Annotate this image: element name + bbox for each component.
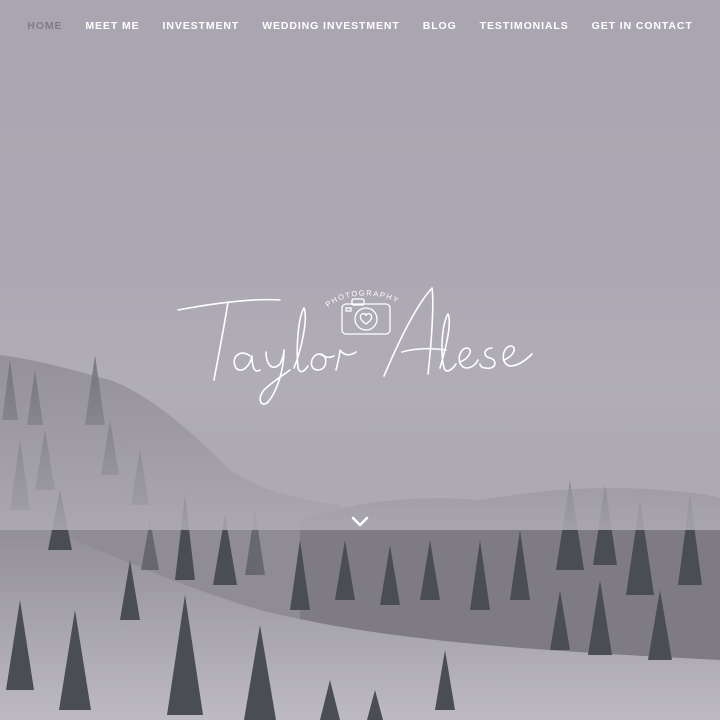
main-navigation: HOME MEET ME INVESTMENT WEDDING INVESTME… bbox=[0, 20, 720, 32]
hero-section: HOME MEET ME INVESTMENT WEDDING INVESTME… bbox=[0, 0, 720, 720]
nav-item-investment[interactable]: INVESTMENT bbox=[163, 20, 240, 32]
scroll-down-button[interactable] bbox=[348, 512, 372, 532]
nav-item-blog[interactable]: BLOG bbox=[423, 20, 457, 32]
nav-item-get-in-contact[interactable]: GET IN CONTACT bbox=[592, 20, 693, 32]
camera-heart-icon bbox=[341, 298, 391, 335]
site-logo[interactable]: PHOTOGRAPHY bbox=[170, 278, 550, 408]
nav-item-testimonials[interactable]: TESTIMONIALS bbox=[480, 20, 569, 32]
chevron-down-icon bbox=[351, 516, 369, 527]
nav-item-home[interactable]: HOME bbox=[27, 20, 62, 32]
nav-item-wedding-investment[interactable]: WEDDING INVESTMENT bbox=[262, 20, 400, 32]
nav-item-meet-me[interactable]: MEET ME bbox=[85, 20, 139, 32]
